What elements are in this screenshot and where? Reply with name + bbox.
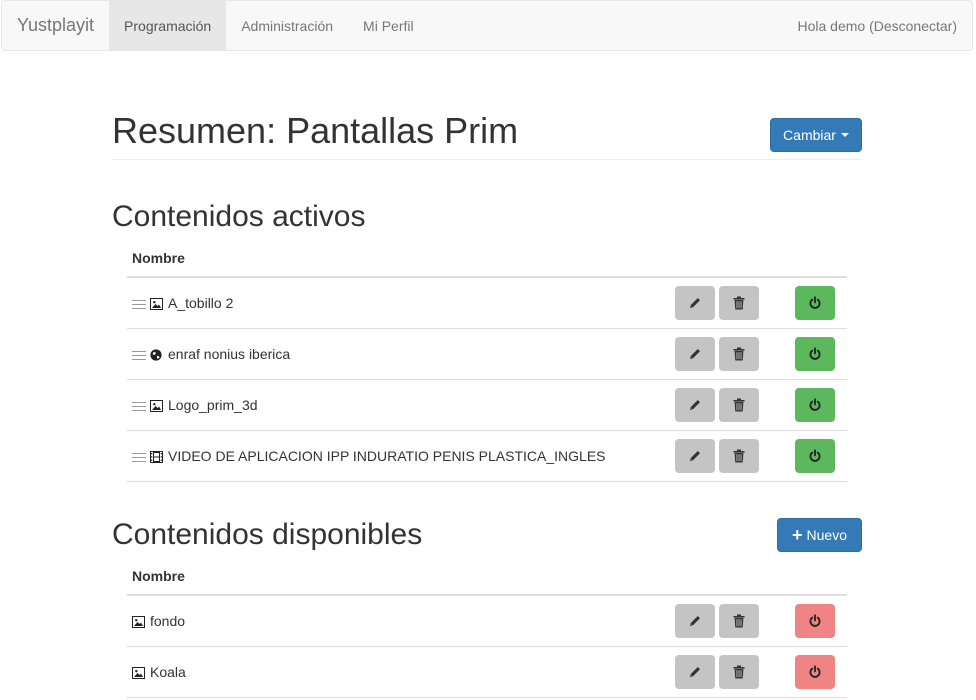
pencil-icon: [688, 347, 702, 361]
table-row: A_tobillo 2: [127, 278, 847, 329]
power-toggle-button[interactable]: [795, 286, 835, 320]
power-toggle-button[interactable]: [795, 604, 835, 638]
row-label: enraf nonius iberica: [127, 346, 290, 362]
delete-button[interactable]: [719, 337, 759, 371]
trash-icon: [733, 665, 745, 679]
pencil-icon: [688, 296, 702, 310]
column-header-nombre: Nombre: [132, 250, 185, 266]
delete-button[interactable]: [719, 604, 759, 638]
table-row: Koala: [127, 647, 847, 698]
power-toggle-button[interactable]: [795, 655, 835, 689]
delete-button[interactable]: [719, 388, 759, 422]
available-section-title: Contenidos disponibles: [112, 518, 423, 551]
table-row: enraf nonius iberica: [127, 329, 847, 380]
table-row: fondo: [127, 596, 847, 647]
caret-down-icon: [840, 133, 849, 137]
drag-handle-icon[interactable]: [132, 453, 146, 462]
image-icon: [150, 399, 163, 412]
delete-button[interactable]: [719, 286, 759, 320]
edit-button[interactable]: [675, 286, 715, 320]
content-name: VIDEO DE APLICACION IPP INDURATIO PENIS …: [168, 448, 606, 464]
table-row: VIDEO DE APLICACION IPP INDURATIO PENIS …: [127, 431, 847, 482]
row-label: Logo_prim_3d: [127, 397, 258, 413]
cambiar-label: Cambiar: [783, 127, 836, 143]
row-label: Koala: [127, 664, 186, 680]
table-row: Logo_prim_3d: [127, 380, 847, 431]
globe-icon: [150, 348, 163, 361]
pencil-icon: [688, 398, 702, 412]
power-icon: [808, 398, 822, 412]
trash-icon: [733, 296, 745, 310]
table-header: Nombre: [127, 250, 847, 278]
edit-button[interactable]: [675, 604, 715, 638]
power-icon: [808, 614, 822, 628]
edit-button[interactable]: [675, 655, 715, 689]
active-section-title: Contenidos activos: [112, 200, 366, 233]
brand-logo[interactable]: Yustplayit: [2, 1, 109, 50]
column-header-nombre: Nombre: [132, 568, 185, 584]
film-icon: [150, 450, 163, 463]
image-icon: [150, 297, 163, 310]
nav-item-mi-perfil[interactable]: Mi Perfil: [348, 1, 429, 50]
plus-icon: +: [792, 525, 803, 545]
delete-button[interactable]: [719, 655, 759, 689]
content-name: Koala: [150, 664, 186, 680]
drag-handle-icon[interactable]: [132, 300, 146, 309]
power-icon: [808, 665, 822, 679]
new-content-label: Nuevo: [806, 527, 847, 543]
power-toggle-button[interactable]: [795, 337, 835, 371]
logout-link[interactable]: Hola demo (Desconectar): [782, 1, 972, 50]
nav-item-programacion[interactable]: Programación: [109, 1, 227, 50]
pencil-icon: [688, 614, 702, 628]
row-label: VIDEO DE APLICACION IPP INDURATIO PENIS …: [127, 448, 606, 464]
row-label: fondo: [127, 613, 185, 629]
drag-handle-icon[interactable]: [132, 351, 146, 360]
power-icon: [808, 296, 822, 310]
content-name: fondo: [150, 613, 186, 629]
cambiar-dropdown-button[interactable]: Cambiar: [770, 118, 862, 152]
image-icon: [132, 666, 145, 679]
edit-button[interactable]: [675, 388, 715, 422]
page-header: Resumen: Pantallas Prim Cambiar: [112, 108, 862, 160]
nav-item-administracion[interactable]: Administración: [226, 1, 348, 50]
table-header: Nombre: [127, 568, 847, 596]
power-toggle-button[interactable]: [795, 439, 835, 473]
edit-button[interactable]: [675, 439, 715, 473]
top-navbar: Yustplayit Programación Administración M…: [1, 0, 973, 51]
new-content-button[interactable]: + Nuevo: [777, 518, 862, 552]
drag-handle-icon[interactable]: [132, 402, 146, 411]
trash-icon: [733, 449, 745, 463]
delete-button[interactable]: [719, 439, 759, 473]
power-toggle-button[interactable]: [795, 388, 835, 422]
active-contents-table: Nombre A_tobillo 2 enraf nonius iberica Lo…: [127, 250, 847, 482]
image-icon: [132, 615, 145, 628]
power-icon: [808, 347, 822, 361]
pencil-icon: [688, 449, 702, 463]
content-name: A_tobillo 2: [168, 295, 234, 311]
trash-icon: [733, 614, 745, 628]
trash-icon: [733, 398, 745, 412]
pencil-icon: [688, 665, 702, 679]
trash-icon: [733, 347, 745, 361]
content-name: enraf nonius iberica: [168, 346, 291, 362]
content-name: Logo_prim_3d: [168, 397, 258, 413]
available-contents-table: Nombre fondo Koala: [127, 568, 847, 698]
power-icon: [808, 449, 822, 463]
row-label: A_tobillo 2: [127, 295, 233, 311]
page-title: Resumen: Pantallas Prim: [112, 110, 519, 151]
edit-button[interactable]: [675, 337, 715, 371]
